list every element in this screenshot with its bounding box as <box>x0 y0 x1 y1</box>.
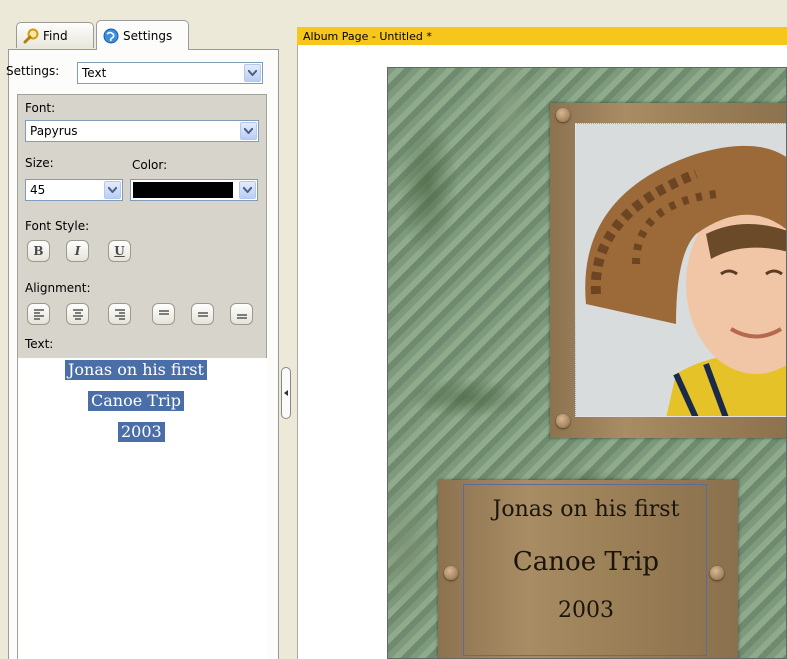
size-dropdown[interactable]: 45 <box>25 179 123 201</box>
size-label: Size: <box>25 156 54 170</box>
color-label: Color: <box>132 158 168 172</box>
align-center-icon <box>72 308 83 320</box>
document-title-bar: Album Page - Untitled * <box>297 27 787 45</box>
valign-middle-icon <box>197 311 208 317</box>
left-panel: Find Settings Settings: Text Font: Papyr… <box>0 0 279 659</box>
valign-top-icon <box>158 309 169 315</box>
font-label: Font: <box>25 101 56 115</box>
tab-settings[interactable]: Settings <box>96 20 189 50</box>
color-swatch <box>133 182 233 198</box>
settings-label: Settings: <box>6 64 60 78</box>
chevron-down-icon[interactable] <box>240 122 257 140</box>
bold-button[interactable]: B <box>27 240 50 262</box>
nail-icon <box>444 566 458 580</box>
panel-splitter-handle[interactable] <box>281 367 291 419</box>
tab-settings-label: Settings <box>123 28 173 43</box>
italic-button[interactable]: I <box>66 240 89 262</box>
valign-middle-button[interactable] <box>191 303 214 325</box>
align-left-button[interactable] <box>27 303 50 325</box>
align-right-icon <box>114 308 125 320</box>
nail-icon <box>710 566 724 580</box>
size-dropdown-value: 45 <box>30 183 46 197</box>
caption-line-1: Jonas on his first <box>492 497 680 522</box>
text-line-1: Jonas on his first <box>65 360 207 380</box>
nail-icon <box>556 108 570 122</box>
align-right-button[interactable] <box>108 303 131 325</box>
underline-button[interactable]: U <box>108 240 131 262</box>
settings-dropdown-value: Text <box>82 66 107 80</box>
magnifier-icon <box>23 28 39 44</box>
text-input[interactable]: Jonas on his first Canoe Trip 2003 <box>18 358 267 659</box>
tab-find-label: Find <box>43 28 68 43</box>
collapse-arrow-icon <box>284 390 288 396</box>
chevron-down-icon[interactable] <box>239 181 256 199</box>
text-line-2: Canoe Trip <box>88 391 184 411</box>
color-picker[interactable] <box>130 179 258 201</box>
caption-text-box[interactable]: Jonas on his first Canoe Trip 2003 <box>463 484 707 656</box>
text-label: Text: <box>25 337 54 351</box>
caption-line-2: Canoe Trip <box>512 547 660 577</box>
nail-icon <box>556 414 570 428</box>
boy-in-hat-image <box>576 124 786 416</box>
font-dropdown-value: Papyrus <box>30 124 78 138</box>
align-left-icon <box>33 308 44 320</box>
settings-globe-icon <box>103 28 119 44</box>
chevron-down-icon[interactable] <box>244 64 261 82</box>
photo[interactable] <box>575 123 786 417</box>
chevron-down-icon[interactable] <box>104 181 121 199</box>
album-page[interactable]: Jonas on his first Canoe Trip 2003 <box>387 67 787 659</box>
align-center-button[interactable] <box>66 303 89 325</box>
valign-bottom-icon <box>236 313 247 319</box>
caption-line-3: 2003 <box>558 598 614 623</box>
settings-dropdown[interactable]: Text <box>77 62 263 84</box>
valign-top-button[interactable] <box>152 303 175 325</box>
valign-bottom-button[interactable] <box>230 303 253 325</box>
font-style-label: Font Style: <box>25 219 90 233</box>
font-dropdown[interactable]: Papyrus <box>25 120 259 142</box>
tab-find[interactable]: Find <box>16 22 94 48</box>
text-line-3: 2003 <box>118 422 165 442</box>
alignment-label: Alignment: <box>25 281 91 295</box>
